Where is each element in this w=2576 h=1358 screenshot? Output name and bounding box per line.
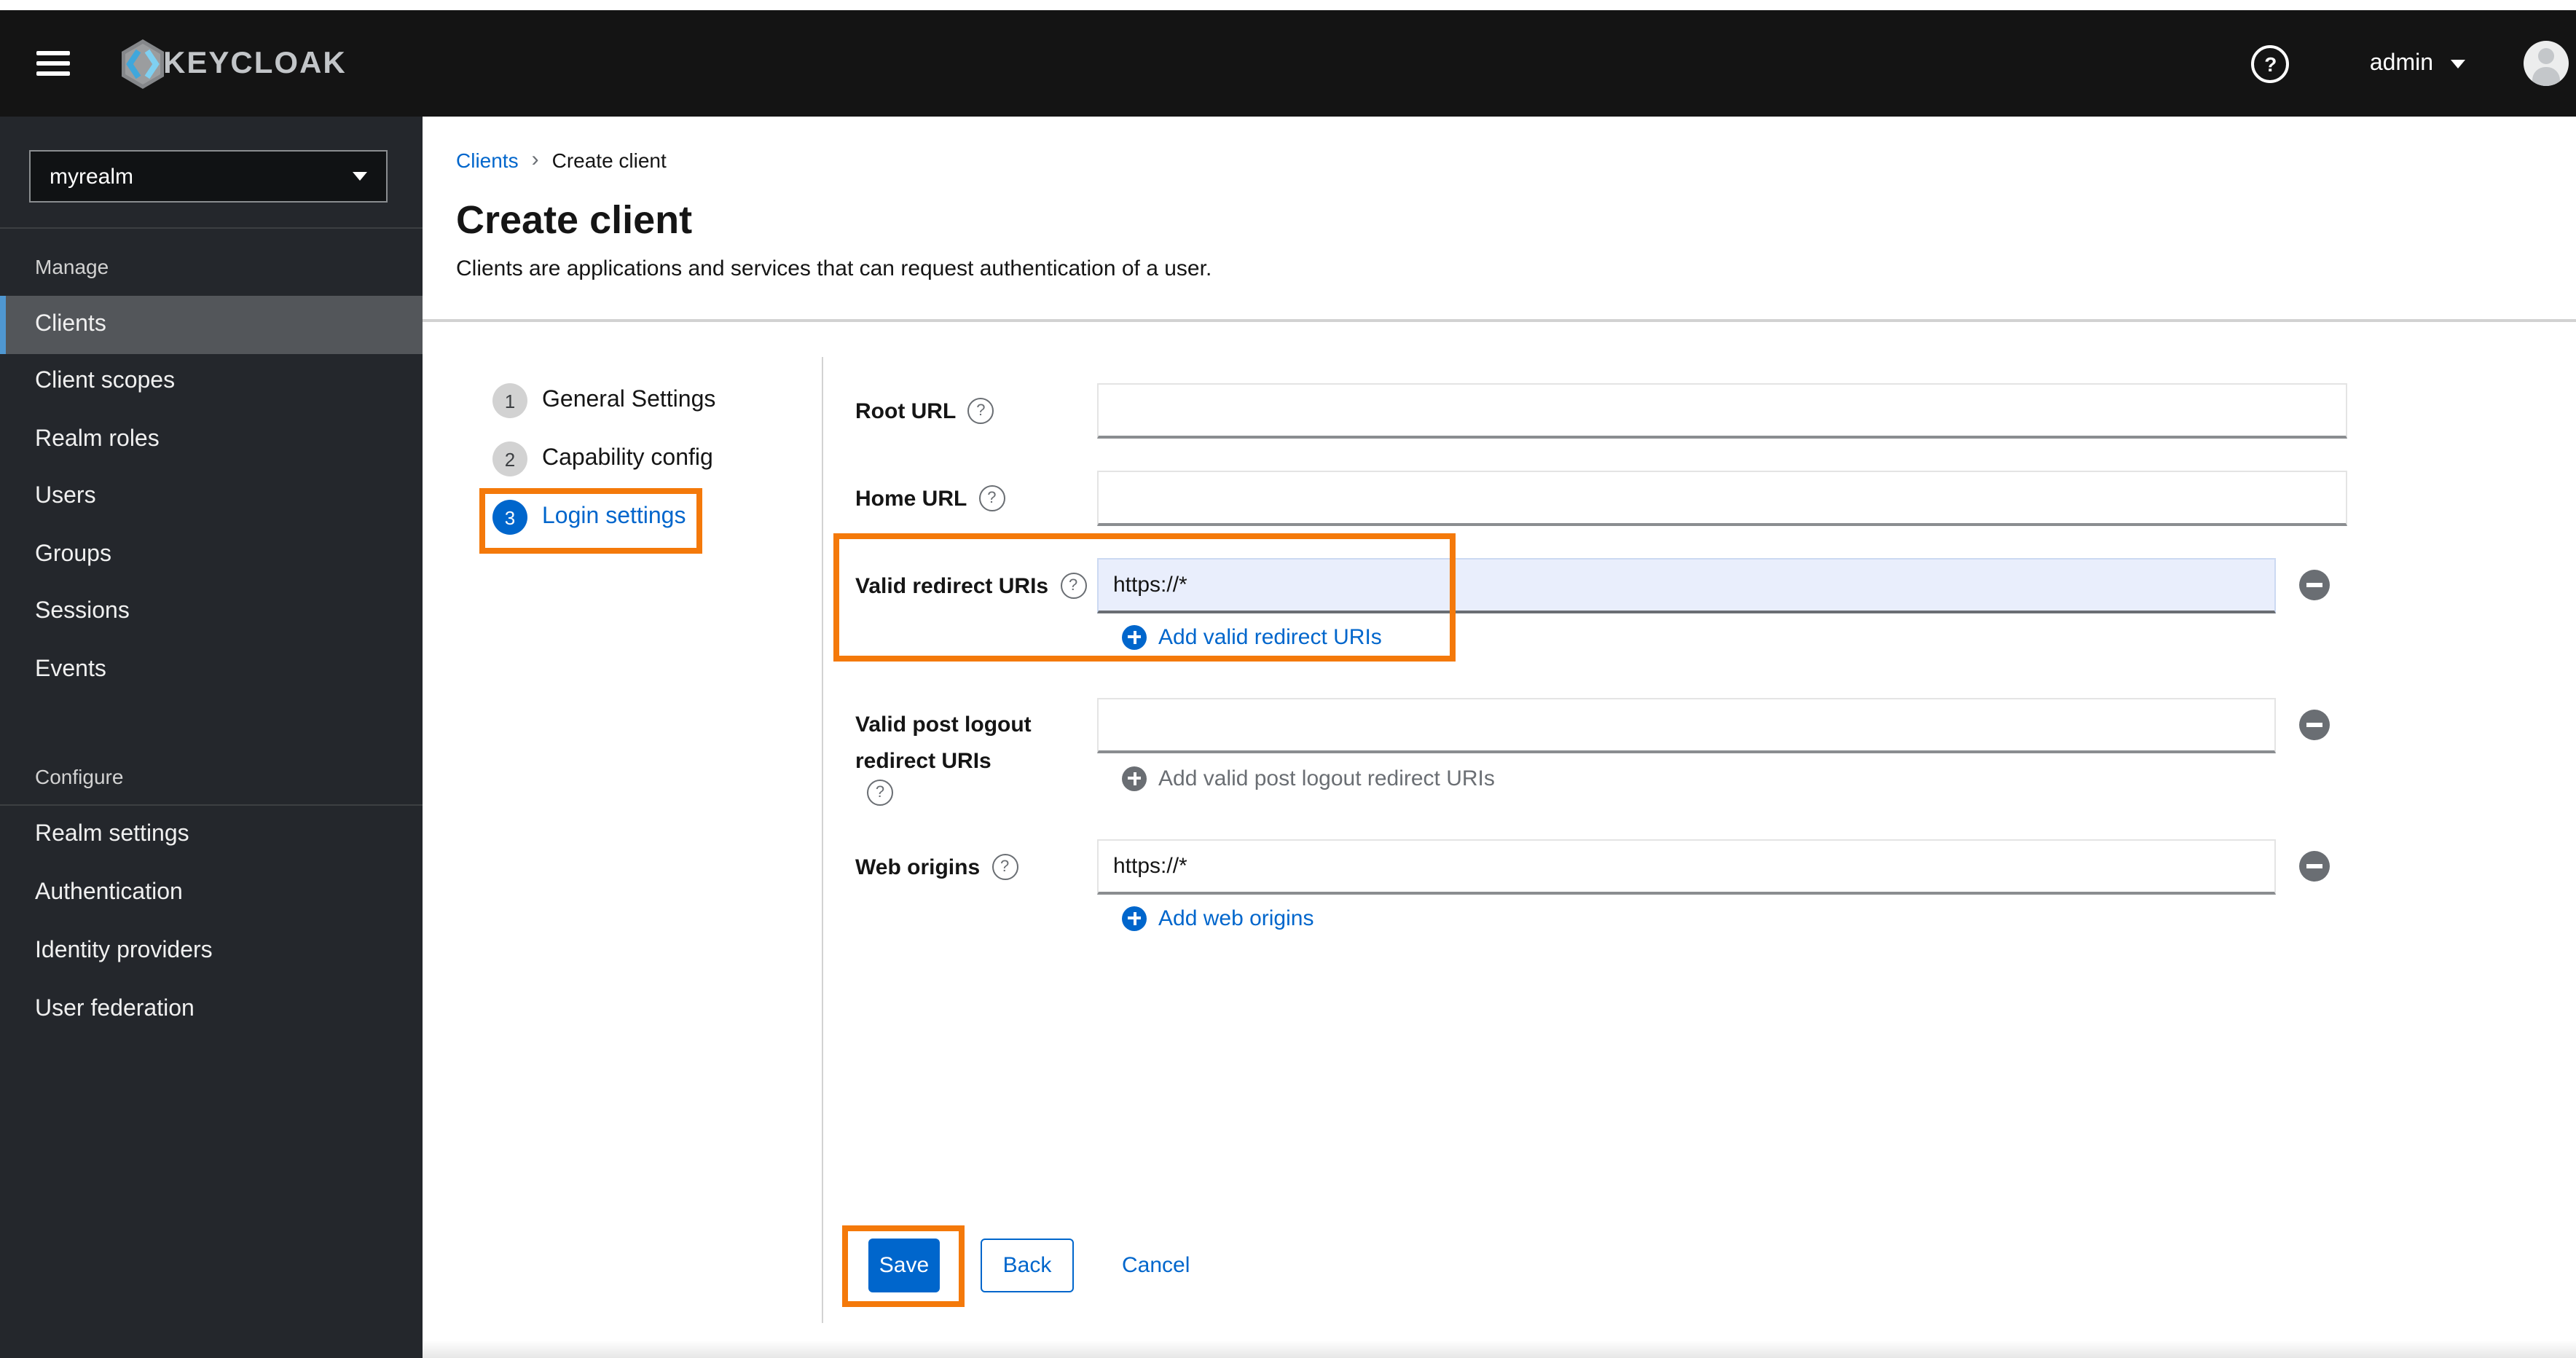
- hamburger-menu-icon[interactable]: [36, 51, 70, 76]
- masthead-right: admin: [2251, 41, 2576, 86]
- sidebar-item-users[interactable]: Users: [0, 468, 423, 526]
- wizard-step-login-settings[interactable]: 3 Login settings: [492, 500, 686, 535]
- sidebar-item-sessions[interactable]: Sessions: [0, 584, 423, 641]
- back-button[interactable]: Back: [981, 1239, 1074, 1292]
- header-divider: [423, 319, 2576, 322]
- valid-redirect-uris-label: Valid redirect URIs: [855, 558, 1088, 613]
- home-url-label: Home URL: [855, 471, 1088, 526]
- web-origins-label: Web origins: [855, 839, 1088, 895]
- remove-web-origin-button[interactable]: [2299, 851, 2330, 882]
- page-title: Create client: [456, 198, 693, 242]
- question-circle-icon[interactable]: [978, 485, 1005, 511]
- sidebar-item-client-scopes[interactable]: Client scopes: [0, 353, 423, 411]
- avatar[interactable]: [2524, 41, 2569, 86]
- step-number: 3: [492, 500, 527, 535]
- web-origins-input[interactable]: [1097, 839, 2276, 895]
- help-icon[interactable]: [2251, 44, 2290, 82]
- main-content: Clients › Create client Create client Cl…: [423, 117, 2576, 1358]
- step-label: General Settings: [542, 388, 716, 412]
- wizard-step-general-settings[interactable]: 1 General Settings: [492, 383, 715, 418]
- sidebar: myrealm Manage Clients Client scopes Rea…: [0, 117, 423, 1358]
- question-circle-icon[interactable]: [991, 854, 1018, 880]
- question-circle-icon[interactable]: [867, 780, 893, 806]
- sidebar-item-identity-providers[interactable]: Identity providers: [0, 922, 423, 981]
- caret-down-icon: [353, 172, 367, 181]
- plus-circle-icon: [1122, 766, 1147, 790]
- sidebar-item-events[interactable]: Events: [0, 641, 423, 699]
- breadcrumb: Clients › Create client: [456, 147, 667, 172]
- username: admin: [2369, 50, 2433, 75]
- save-button[interactable]: Save: [868, 1239, 940, 1292]
- keycloak-admin-console: KEYCLOAK admin myrealm Manage Clients Cl…: [0, 0, 2576, 1358]
- nav-section-configure: Configure: [35, 765, 124, 788]
- keycloak-logo[interactable]: KEYCLOAK: [114, 34, 347, 93]
- caret-down-icon: [2451, 59, 2465, 68]
- add-valid-post-logout-link[interactable]: Add valid post logout redirect URIs: [1122, 764, 1495, 793]
- valid-post-logout-input[interactable]: [1097, 698, 2276, 753]
- plus-circle-icon: [1122, 906, 1147, 930]
- valid-redirect-uris-input[interactable]: [1097, 558, 2276, 613]
- step-label: Capability config: [542, 446, 713, 471]
- sidebar-item-realm-settings[interactable]: Realm settings: [0, 806, 423, 864]
- breadcrumb-clients-link[interactable]: Clients: [456, 148, 519, 171]
- step-number: 2: [492, 441, 527, 476]
- realm-selector[interactable]: myrealm: [29, 150, 388, 203]
- question-circle-icon[interactable]: [1060, 573, 1087, 599]
- breadcrumb-current: Create client: [551, 148, 667, 171]
- sidebar-item-authentication[interactable]: Authentication: [0, 864, 423, 922]
- add-web-origins-link[interactable]: Add web origins: [1122, 903, 1313, 933]
- home-url-input[interactable]: [1097, 471, 2347, 526]
- sidebar-item-groups[interactable]: Groups: [0, 526, 423, 584]
- sidebar-item-clients[interactable]: Clients: [0, 296, 423, 353]
- remove-redirect-uri-button[interactable]: [2299, 570, 2330, 600]
- sidebar-item-user-federation[interactable]: User federation: [0, 981, 423, 1039]
- masthead: KEYCLOAK admin: [0, 10, 2576, 117]
- brand-text: KEYCLOAK: [163, 46, 347, 79]
- page-description: Clients are applications and services th…: [456, 256, 1212, 281]
- bottom-fade: [423, 1341, 2576, 1358]
- plus-circle-icon: [1122, 624, 1147, 649]
- remove-post-logout-uri-button[interactable]: [2299, 710, 2330, 740]
- add-valid-redirect-uris-link[interactable]: Add valid redirect URIs: [1122, 622, 1382, 651]
- sidebar-divider: [0, 227, 423, 229]
- breadcrumb-chevron-icon: ›: [531, 147, 539, 172]
- step-number: 1: [492, 383, 527, 418]
- question-circle-icon[interactable]: [967, 398, 994, 424]
- nav-section-manage: Manage: [35, 255, 109, 278]
- wizard-form-divider: [822, 357, 823, 1323]
- valid-post-logout-label: Valid post logout redirect URIs: [855, 698, 1074, 806]
- root-url-input[interactable]: [1097, 383, 2347, 439]
- realm-name: myrealm: [50, 164, 134, 189]
- cancel-button[interactable]: Cancel: [1122, 1239, 1190, 1292]
- root-url-label: Root URL: [855, 383, 1088, 439]
- step-label: Login settings: [542, 504, 686, 529]
- wizard-step-capability-config[interactable]: 2 Capability config: [492, 441, 713, 476]
- sidebar-item-realm-roles[interactable]: Realm roles: [0, 411, 423, 468]
- user-menu[interactable]: admin: [2370, 50, 2465, 76]
